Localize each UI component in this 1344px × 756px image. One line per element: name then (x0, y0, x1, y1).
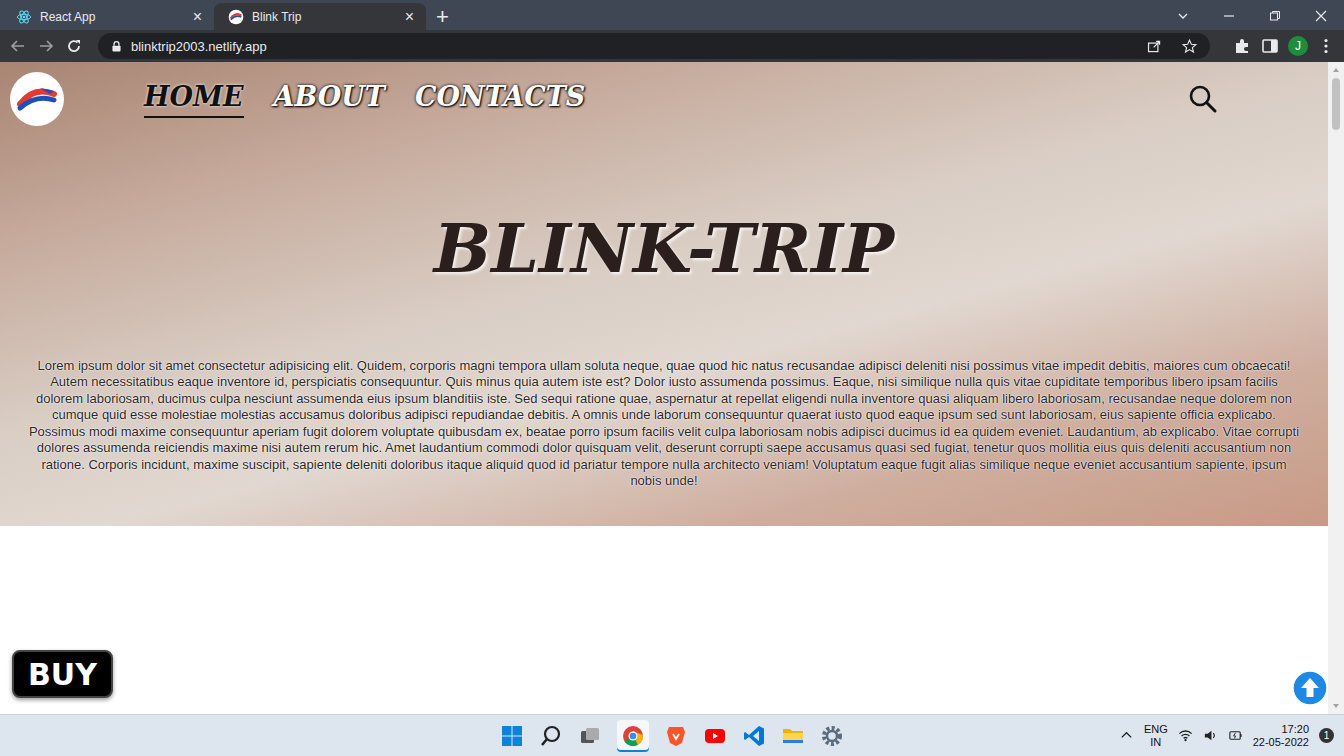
taskbar: ENGIN 17:2022-05-2022 1 (0, 714, 1344, 756)
share-icon[interactable] (1146, 38, 1163, 55)
tab-strip: React App × Blink Trip × + (0, 0, 1344, 30)
close-window-icon[interactable] (1313, 8, 1329, 24)
scrollbar-thumb[interactable] (1332, 78, 1340, 130)
region-text: IN (1150, 736, 1161, 749)
react-icon (16, 9, 32, 25)
profile-avatar[interactable]: J (1288, 36, 1308, 56)
side-panel-icon[interactable] (1260, 36, 1280, 56)
menu-kebab-icon[interactable] (1316, 36, 1336, 56)
system-tray: ENGIN 17:2022-05-2022 1 (1119, 723, 1344, 749)
date-text: 22-05-2022 (1253, 736, 1309, 749)
chrome-taskbar-button[interactable] (617, 720, 649, 752)
volume-icon[interactable] (1203, 728, 1218, 743)
blink-trip-logo-icon[interactable] (10, 72, 64, 126)
clock[interactable]: 17:2022-05-2022 (1253, 723, 1309, 749)
chevron-up-icon[interactable] (1119, 728, 1134, 743)
nav-link[interactable]: CONTACTS (415, 81, 585, 118)
lock-icon (110, 40, 123, 53)
scroll-to-top-icon[interactable] (1292, 670, 1328, 706)
extensions-icon[interactable] (1232, 36, 1252, 56)
notification-badge[interactable]: 1 (1319, 728, 1334, 743)
battery-icon[interactable] (1228, 728, 1243, 743)
tab-label: React App (40, 10, 183, 24)
tab-search-icon[interactable] (1175, 8, 1191, 24)
language-indicator[interactable]: ENGIN (1144, 723, 1168, 749)
wifi-icon[interactable] (1178, 728, 1193, 743)
youtube-icon[interactable] (703, 724, 727, 748)
browser-tab[interactable]: React App × (2, 3, 214, 30)
file-explorer-icon[interactable] (781, 724, 805, 748)
tab-label: Blink Trip (252, 10, 395, 24)
viewport: HOME ABOUT CONTACTS BLINK-TRIP Lorem ipsum d… (0, 62, 1344, 714)
toolbar: blinktrip2003.netlify.app J (0, 30, 1344, 62)
back-arrow-icon[interactable] (8, 36, 28, 56)
search-icon[interactable] (1188, 84, 1218, 114)
star-icon[interactable] (1181, 38, 1198, 55)
scroll-down-icon[interactable] (1331, 701, 1341, 711)
search-icon[interactable] (539, 724, 563, 748)
close-tab-button[interactable]: × (191, 9, 204, 25)
hero-banner: HOME ABOUT CONTACTS BLINK-TRIP Lorem ipsum d… (0, 62, 1328, 526)
address-text: blinktrip2003.netlify.app (131, 39, 267, 54)
minimize-icon[interactable] (1221, 8, 1237, 24)
web-page: HOME ABOUT CONTACTS BLINK-TRIP Lorem ipsum d… (0, 62, 1328, 714)
navbar: HOME ABOUT CONTACTS (10, 72, 1318, 126)
nav-link[interactable]: HOME (144, 81, 244, 118)
language-text: ENG (1144, 723, 1168, 736)
restore-icon[interactable] (1267, 8, 1283, 24)
time-text: 17:20 (1281, 723, 1309, 736)
scroll-up-icon[interactable] (1331, 65, 1341, 75)
intro-paragraph: Lorem ipsum dolor sit amet consectetur a… (28, 358, 1300, 490)
vscode-icon[interactable] (742, 724, 766, 748)
site-logo-icon (228, 9, 244, 25)
buy-button[interactable]: BUY (12, 650, 113, 698)
close-tab-button[interactable]: × (403, 9, 416, 25)
page-body: BUY (0, 526, 1328, 714)
brave-icon[interactable] (664, 724, 688, 748)
address-bar[interactable]: blinktrip2003.netlify.app (98, 33, 1210, 59)
windows-start-icon[interactable] (500, 724, 524, 748)
taskbar-apps (500, 720, 844, 752)
reload-icon[interactable] (64, 36, 84, 56)
screen: React App×Blink Trip×+blinktrip2003.netl… (0, 0, 1344, 756)
site-title: BLINK-TRIP (10, 208, 1318, 290)
browser-tab[interactable]: Blink Trip × (214, 3, 426, 30)
scrollbar[interactable] (1328, 62, 1344, 714)
chrome-icon (621, 724, 645, 748)
new-tab-button[interactable]: + (426, 3, 459, 30)
nav-link[interactable]: ABOUT (274, 81, 385, 118)
settings-gear-icon[interactable] (820, 724, 844, 748)
forward-arrow-icon[interactable] (36, 36, 56, 56)
task-view-icon[interactable] (578, 724, 602, 748)
